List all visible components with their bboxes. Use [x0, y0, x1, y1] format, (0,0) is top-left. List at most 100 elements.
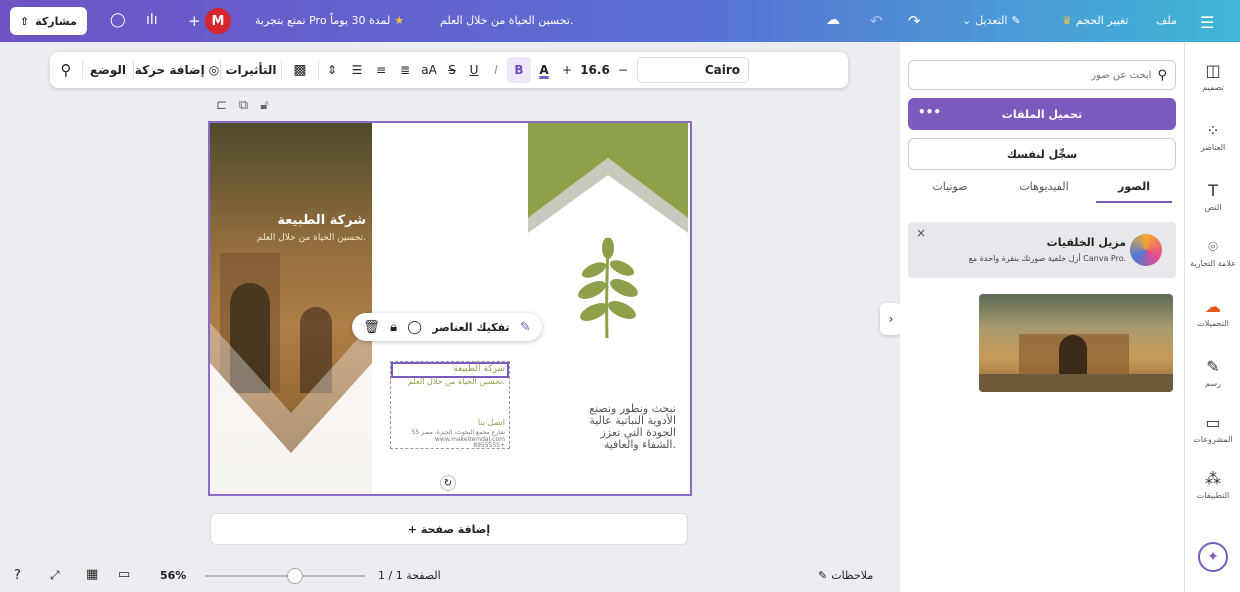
share-label: مشاركة [35, 14, 77, 28]
position-button[interactable]: الوضع [83, 52, 133, 88]
selected-group[interactable]: شركة الطبيعة تحسين الحياة من خلال العلم.… [390, 361, 510, 449]
rail-item-apps[interactable]: ⁂ التطبيقات [1185, 470, 1240, 501]
rail-item-draw[interactable]: ✎ رسم [1185, 358, 1240, 389]
leaf-logo[interactable] [572, 238, 642, 343]
nav-rail: ◫ تصميم ⁘ العناصر T النص ⌾ علامة التجارية ☁ ا… [1184, 42, 1240, 592]
numbered-list-icon[interactable]: ☰ [345, 52, 369, 88]
italic-button[interactable]: I [485, 52, 507, 88]
redo-icon[interactable]: ↷ [908, 12, 921, 30]
body-text-block[interactable]: نبحث ونطور ونصنع الأدوية النباتية عالية … [558, 403, 676, 451]
edit-label: التعديل [975, 14, 1008, 27]
rail-item-brand[interactable]: ⌾ علامة التجارية [1185, 237, 1240, 269]
design-page[interactable]: شركة الطبيعة تحسين الحياة من خلال العلم.… [208, 121, 692, 496]
zoom-level[interactable]: 56% [160, 569, 186, 582]
font-size-value[interactable]: 16.6 [577, 52, 613, 88]
rotate-handle-icon[interactable]: ↻ [440, 475, 456, 491]
rail-label: تصميم [1202, 83, 1224, 92]
element-context-menu: 🗑︎ 🔒︎ ◯ تفكيك العناصر ✎ [352, 313, 542, 341]
add-collaborator-button[interactable]: + [188, 12, 201, 30]
animate-button[interactable]: إضافة حركة ◎ [134, 52, 220, 88]
tab-videos[interactable]: الفيديوهات [1006, 180, 1082, 193]
case-button[interactable]: aA [417, 52, 441, 88]
rail-label: التطبيقات [1196, 491, 1230, 500]
ruins-photo[interactable]: شركة الطبيعة تحسين الحياة من خلال العلم. [210, 123, 372, 494]
tab-photos[interactable]: الصور [1096, 180, 1172, 203]
share-button[interactable]: ⇧ مشاركة [10, 7, 87, 35]
bullet-list-icon[interactable]: ≡ [369, 52, 393, 88]
add-page-button[interactable]: + إضافة صفحة [210, 513, 688, 545]
page-actions: ⊏ ⧉ 🔓︎ [216, 98, 269, 113]
tab-audio[interactable]: صوتيات [912, 180, 988, 193]
crown-icon: ♛ [1062, 14, 1072, 27]
align-right-icon[interactable]: ≣ [393, 52, 417, 88]
font-size-decrease[interactable]: − [613, 52, 633, 88]
ungroup-button[interactable]: تفكيك العناصر [432, 321, 509, 334]
file-menu[interactable]: ملف [1156, 14, 1177, 27]
rail-item-uploads[interactable]: ☁ التحميلات [1185, 297, 1240, 329]
brand-icon: ⌾ [1208, 237, 1218, 256]
duplicate-page-icon[interactable]: ⧉ [239, 98, 248, 113]
bg-remover-promo[interactable]: × مزيل الخلفيات أزل خلفية صورتك بنقرة وا… [908, 222, 1176, 278]
font-family-select[interactable]: Cairo [637, 57, 749, 83]
rail-item-design[interactable]: ◫ تصميم [1185, 62, 1240, 93]
notes-icon: ✎ [818, 569, 828, 582]
avatar[interactable]: M [205, 8, 231, 34]
cloud-saved-icon[interactable]: ☁ [826, 12, 840, 28]
resize-button[interactable]: ♛ تغيير الحجم [1062, 14, 1128, 27]
comment-icon[interactable]: ◯ [110, 12, 126, 28]
chevron-decoration [528, 123, 688, 233]
search-box[interactable]: ⚲ [908, 60, 1176, 90]
lock-page-icon[interactable]: 🔓︎ [260, 98, 268, 113]
spacing-icon[interactable]: ⇕ [319, 52, 345, 88]
elements-icon: ⁘ [1206, 121, 1220, 140]
text-color-button[interactable]: A [531, 52, 557, 88]
promo-description: أزل خلفية صورتك بنقرة واحدة مع Canva Pro… [968, 254, 1126, 263]
paint-roller-icon[interactable]: ⚲ [50, 52, 82, 88]
transparency-icon[interactable]: ▩ [282, 52, 318, 88]
upload-label: تحميل الملفات [1001, 107, 1083, 121]
text-icon: T [1208, 181, 1218, 200]
upload-files-button[interactable]: تحميل الملفات ••• [908, 98, 1176, 130]
font-size-increase[interactable]: + [557, 52, 577, 88]
rail-item-projects[interactable]: ▭ المشروعات [1185, 414, 1240, 445]
search-input[interactable] [951, 69, 1152, 81]
hamburger-icon[interactable]: ☰ [1200, 13, 1214, 32]
document-title[interactable]: تحسين الحياة من خلال العلم. [440, 14, 573, 27]
analytics-icon[interactable]: ılı [146, 12, 158, 28]
resize-label: تغيير الحجم [1075, 14, 1129, 27]
rail-item-text[interactable]: T النص [1185, 181, 1240, 213]
fullscreen-icon[interactable]: ⤢ [50, 568, 60, 583]
grid-view-icon[interactable]: ▦ [86, 567, 98, 582]
page-view-icon[interactable]: ▭ [118, 567, 130, 582]
bold-button[interactable]: B [507, 57, 531, 83]
record-yourself-button[interactable]: سجِّل لنفسك [908, 138, 1176, 170]
pro-trial-button[interactable]: تمتع بتجربة Pro لمدة 30 يوماً ★ [255, 14, 404, 27]
trash-icon[interactable]: 🗑︎ [363, 320, 380, 335]
magic-edit-icon[interactable]: ✎ [520, 320, 531, 335]
undo-icon[interactable]: ↶ [870, 12, 883, 30]
collapse-panel-button[interactable]: › [880, 303, 902, 335]
rail-label: النص [1204, 203, 1222, 212]
zoom-slider-track[interactable] [205, 575, 365, 577]
close-icon[interactable]: × [916, 226, 926, 240]
comment-add-icon[interactable]: ◯ [407, 320, 422, 335]
add-section-icon[interactable]: ⊏ [216, 98, 227, 113]
cloud-upload-icon: ☁ [1205, 297, 1221, 316]
lock-icon[interactable]: 🔒︎ [390, 320, 397, 335]
underline-button[interactable]: U [463, 52, 485, 88]
pencil-icon: ✎ [1011, 14, 1021, 27]
rail-label: العناصر [1200, 143, 1226, 152]
zoom-slider-thumb[interactable] [286, 568, 303, 584]
effects-button[interactable]: التأثيرات [221, 52, 281, 88]
notes-button[interactable]: ✎ ملاحظات [818, 569, 873, 582]
rail-item-elements[interactable]: ⁘ العناصر [1185, 121, 1240, 153]
magic-assistant-icon[interactable]: ✦ [1198, 542, 1228, 572]
group-brand-name: شركة الطبيعة [453, 364, 505, 374]
uploaded-image-thumbnail[interactable] [979, 294, 1173, 392]
animate-icon: ◎ [208, 63, 220, 77]
edit-mode-button[interactable]: ⌄ التعديل ✎ [962, 14, 1021, 27]
help-icon[interactable]: ? [14, 568, 21, 583]
page-indicator[interactable]: الصفحة 1 / 1 [378, 569, 441, 582]
more-options-icon[interactable]: ••• [918, 105, 941, 119]
strikethrough-button[interactable]: S [441, 52, 463, 88]
